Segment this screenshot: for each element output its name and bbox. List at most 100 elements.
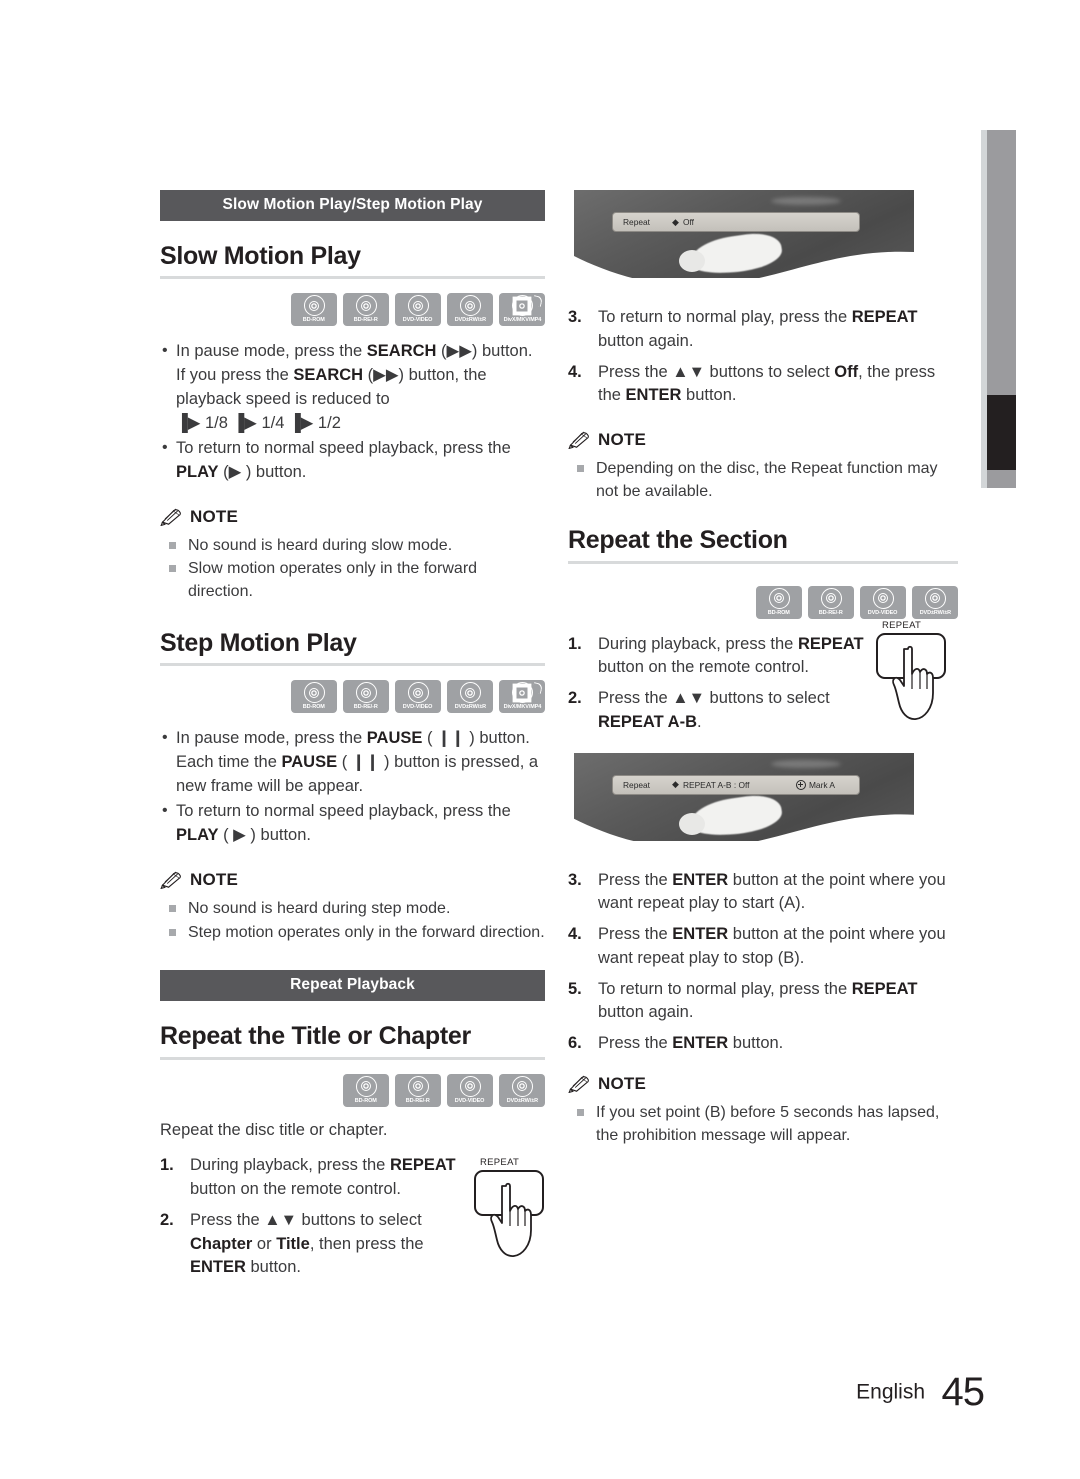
text: button again. xyxy=(598,1003,694,1022)
manual-page: 04 Basic Functions Slow Motion Play/Step… xyxy=(0,0,1080,1479)
text: button again. xyxy=(598,331,694,350)
disc-badge-dvd-video: DVD-VIDEO xyxy=(395,680,441,714)
disc-badge-bd-re-r: BD-RE/-R xyxy=(808,585,854,619)
pointing-hand-icon xyxy=(892,645,934,720)
disc-badge-label: BD-RE/-R xyxy=(406,1097,430,1104)
play-label: PLAY xyxy=(176,826,219,845)
osd-label: Repeat xyxy=(623,217,651,227)
pencil-icon xyxy=(160,508,181,526)
text: During playback, press the xyxy=(190,1156,390,1175)
disc-badge-label: DVD-VIDEO xyxy=(403,317,433,324)
note-block-point-b: NOTE If you set point (B) before 5 secon… xyxy=(568,1074,958,1147)
chapter-label: Chapter xyxy=(190,1234,253,1253)
disc-badge-label: BD-RE/-R xyxy=(354,704,378,711)
note-list: If you set point (B) before 5 seconds ha… xyxy=(568,1102,958,1147)
note-label: NOTE xyxy=(598,430,647,449)
osd-bar[interactable]: Repeat ◆ Off xyxy=(612,212,860,232)
text: button on the remote control. xyxy=(190,1180,401,1199)
step-number: 6. xyxy=(568,1034,582,1053)
step-number: 2. xyxy=(568,689,582,708)
disc-badge-bd-re-r: BD-RE/-R xyxy=(395,1073,441,1107)
step-number: 3. xyxy=(568,870,582,889)
tv-screen-frame xyxy=(574,190,914,278)
note-block-slow: NOTE No sound is heard during slow mode.… xyxy=(160,507,545,604)
list-item: 3. Press the ENTER button at the point w… xyxy=(568,869,958,917)
remote-repeat-key-figure: REPEAT xyxy=(472,1156,558,1268)
disc-icon xyxy=(407,295,429,317)
left-column: Slow Motion Play/Step Motion Play Slow M… xyxy=(160,190,545,1287)
list-item: In pause mode, press the PAUSE ( ❙❙ ) bu… xyxy=(160,726,545,798)
disc-badge-divx-mkv-mp4: DivX/MKV/MP4 xyxy=(499,680,545,714)
thumb-bar-segment-grey-top xyxy=(987,130,1016,395)
list-item: In pause mode, press the SEARCH (▶▶) but… xyxy=(160,339,545,435)
list-item: 1. During playback, press the REPEAT but… xyxy=(160,1154,460,1202)
heading-step-motion-play: Step Motion Play xyxy=(160,628,357,657)
osd-bar[interactable]: Repeat ◆ REPEAT A-B : Off Mark A xyxy=(612,774,860,795)
note-item: Step motion operates only in the forward… xyxy=(160,922,545,945)
note-item: No sound is heard during slow mode. xyxy=(160,535,545,558)
screen-content-blob-small xyxy=(679,813,705,835)
disc-badge-label: DivX/MKV/MP4 xyxy=(503,704,541,711)
page-number: 45 xyxy=(941,1370,985,1414)
pencil-icon xyxy=(568,431,589,449)
text: Press the xyxy=(598,870,673,889)
text: In pause mode, press the xyxy=(176,342,367,361)
pencil-icon xyxy=(160,871,181,889)
disc-badge-label: DVD-VIDEO xyxy=(868,609,898,616)
repeat-ab-label: REPEAT A-B xyxy=(598,712,697,731)
heading-rule xyxy=(160,276,545,280)
search-label: SEARCH xyxy=(293,366,364,384)
note-item: No sound is heard during step mode. xyxy=(160,898,545,921)
note-block-repeat-availability: NOTE Depending on the disc, the Repeat f… xyxy=(568,430,958,503)
disc-icon xyxy=(872,587,894,609)
heading-rule xyxy=(160,663,545,667)
text: Press the xyxy=(598,925,673,944)
repeat-label: REPEAT xyxy=(851,308,918,326)
osd-mark-a[interactable]: Mark A xyxy=(795,779,835,790)
step-number: 5. xyxy=(568,979,582,998)
disc-badge-label: BD-RE/-R xyxy=(354,317,378,324)
disc-icon xyxy=(924,587,946,609)
repeat-label: REPEAT xyxy=(389,1156,456,1175)
heading-repeat-title-chapter: Repeat the Title or Chapter xyxy=(160,1022,471,1051)
disc-badge-dvd-rw-r: DVD±RW/±R xyxy=(447,680,493,714)
disc-badge-label: DivX/MKV/MP4 xyxy=(503,317,541,324)
disc-icon xyxy=(768,587,790,609)
chapter-thumb-bar xyxy=(987,130,1016,488)
repeat-title-chapter-steps-cont: 3. To return to normal play, press the R… xyxy=(568,306,958,408)
page-footer: English 45 xyxy=(0,1370,1080,1415)
enter-label: ENTER xyxy=(625,386,682,405)
disc-badge-label: DVD-VIDEO xyxy=(455,1097,485,1104)
enter-label: ENTER xyxy=(672,1034,729,1053)
note-label: NOTE xyxy=(190,869,239,889)
note-item: Depending on the disc, the Repeat functi… xyxy=(568,458,958,503)
screen-content-blob-small xyxy=(679,250,705,272)
disc-badge-label: BD-ROM xyxy=(303,317,325,324)
text: button on the remote control. xyxy=(598,658,809,677)
step-number: 1. xyxy=(160,1156,174,1175)
list-item: 4. Press the ▲▼ buttons to select Off, t… xyxy=(568,361,958,409)
disc-icon xyxy=(303,682,325,704)
text: To return to normal speed playback, pres… xyxy=(176,802,511,821)
disc-icon xyxy=(511,1075,533,1097)
note-header: NOTE xyxy=(160,870,545,890)
list-item: To return to normal speed playback, pres… xyxy=(160,436,545,485)
disc-badge-label: DVD±RW/±R xyxy=(919,609,951,616)
footer-language: English xyxy=(856,1380,926,1404)
disc-badge-bd-rom: BD-ROM xyxy=(343,1073,389,1107)
note-label: NOTE xyxy=(598,1073,647,1093)
step-number: 4. xyxy=(568,925,582,944)
note-header: NOTE xyxy=(568,430,958,450)
heading-rule xyxy=(160,1056,545,1060)
disc-badge-row-slow: BD-ROM BD-RE/-R DVD-VIDEO DVD±RW/±R DivX… xyxy=(160,293,545,327)
list-item: 5. To return to normal play, press the R… xyxy=(568,978,958,1026)
disc-icon xyxy=(459,295,481,317)
text: To return to normal play, press the xyxy=(598,979,852,998)
disc-icon xyxy=(459,1075,481,1097)
disc-flick-icon xyxy=(532,295,543,308)
disc-icon xyxy=(355,1075,377,1097)
note-list: Depending on the disc, the Repeat functi… xyxy=(568,458,958,503)
repeat-section-steps-top: 1. During playback, press the REPEAT but… xyxy=(568,633,868,735)
off-label: Off xyxy=(834,362,859,381)
note-block-step: NOTE No sound is heard during step mode.… xyxy=(160,870,545,944)
